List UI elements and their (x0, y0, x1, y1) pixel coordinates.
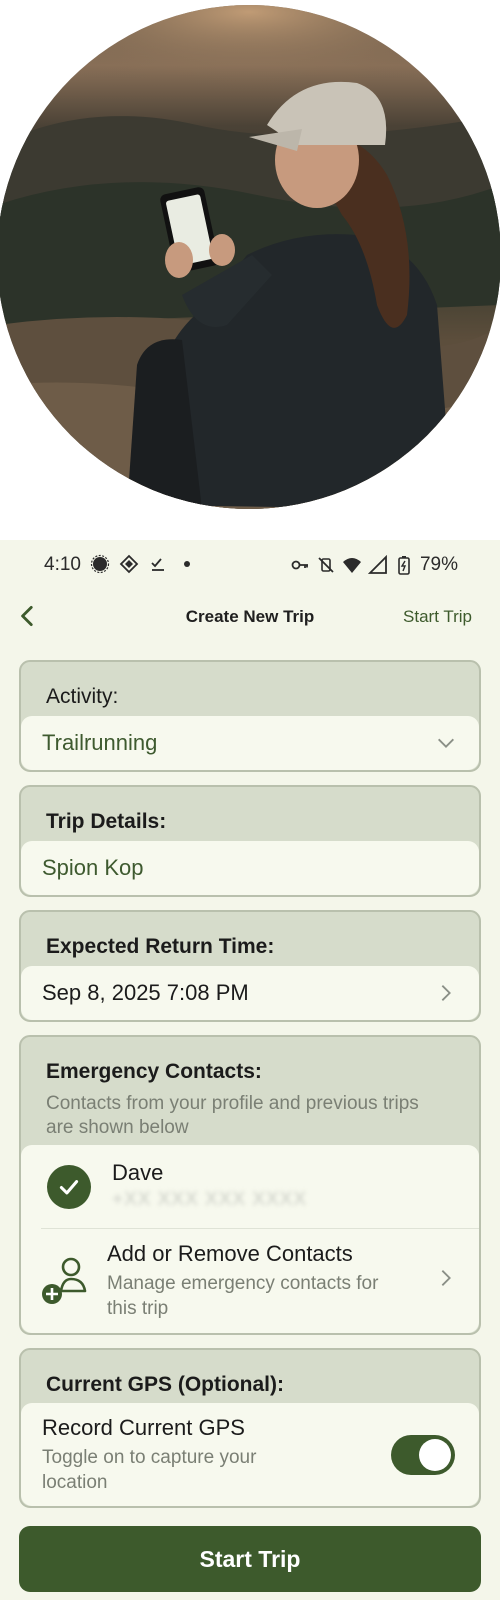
battery-charging-icon (394, 555, 414, 575)
chevron-right-icon (441, 985, 451, 1001)
emergency-contacts-subtitle: Contacts from your profile and previous … (46, 1093, 419, 1138)
checklist-icon (148, 554, 168, 574)
signal-app-icon (90, 554, 110, 574)
hero-section (0, 0, 500, 540)
emergency-contacts-label: Emergency Contacts: (46, 1060, 262, 1083)
start-trip-button[interactable]: Start Trip (19, 1526, 481, 1592)
chevron-right-icon (441, 1270, 451, 1286)
trip-details-value: Spion Kop (42, 855, 144, 880)
gps-subtitle: Toggle on to capture your location (42, 1447, 257, 1493)
manage-contacts-subtitle: Manage emergency contacts for this trip (107, 1273, 379, 1319)
contact-selected-checkbox[interactable] (47, 1165, 91, 1209)
trip-details-input[interactable]: Spion Kop (21, 841, 479, 895)
contact-name: Dave (112, 1160, 164, 1185)
return-time-value: Sep 8, 2025 7:08 PM (42, 980, 249, 1005)
check-icon (59, 1180, 79, 1195)
hero-photo (0, 5, 500, 509)
return-time-picker[interactable]: Sep 8, 2025 7:08 PM (21, 966, 479, 1020)
status-right-icons: 79% (290, 554, 458, 576)
trip-details-label: Trip Details: (46, 810, 167, 833)
activity-card: Activity: Trailrunning (19, 660, 481, 772)
gps-toggle[interactable] (391, 1435, 455, 1475)
contacts-panel: Dave +XX XXX XXX XXXX Add or Remove Cont… (21, 1145, 479, 1333)
manage-contacts-title: Add or Remove Contacts (107, 1241, 353, 1266)
hero-illustration (0, 5, 500, 509)
diamond-icon (119, 554, 139, 574)
gps-title: Record Current GPS (42, 1415, 245, 1440)
app-bar: Create New Trip Start Trip (0, 590, 500, 646)
cell-signal-icon (367, 555, 388, 575)
return-time-card: Expected Return Time: Sep 8, 2025 7:08 P… (19, 910, 481, 1022)
gps-label: Current GPS (Optional): (46, 1373, 284, 1396)
gps-card: Current GPS (Optional): Record Current G… (19, 1348, 481, 1508)
start-trip-link[interactable]: Start Trip (403, 607, 472, 627)
vibrate-off-icon (316, 555, 336, 575)
phone-screen: 4:10 79% Create New Trip Start Trip Acti… (0, 540, 500, 1600)
gps-panel: Record Current GPS Toggle on to capture … (21, 1403, 479, 1506)
wifi-icon (342, 555, 362, 575)
dot-icon (177, 554, 197, 574)
contact-phone: +XX XXX XXX XXXX (112, 1189, 308, 1210)
trip-details-card: Trip Details: Spion Kop (19, 785, 481, 897)
status-bar: 4:10 79% (0, 540, 500, 590)
key-icon (290, 555, 310, 575)
activity-label: Activity: (46, 685, 119, 708)
activity-value: Trailrunning (42, 730, 158, 755)
status-time: 4:10 (44, 554, 81, 575)
manage-contacts-row[interactable]: Add or Remove Contacts Manage emergency … (21, 1229, 479, 1333)
return-time-label: Expected Return Time: (46, 935, 275, 958)
status-left-icons (90, 554, 197, 574)
emergency-contacts-card: Emergency Contacts: Contacts from your p… (19, 1035, 481, 1335)
toggle-knob (419, 1439, 451, 1471)
battery-percent: 79% (419, 554, 458, 575)
add-person-icon (42, 1257, 87, 1304)
chevron-down-icon (438, 738, 454, 748)
activity-select[interactable]: Trailrunning (21, 716, 479, 770)
